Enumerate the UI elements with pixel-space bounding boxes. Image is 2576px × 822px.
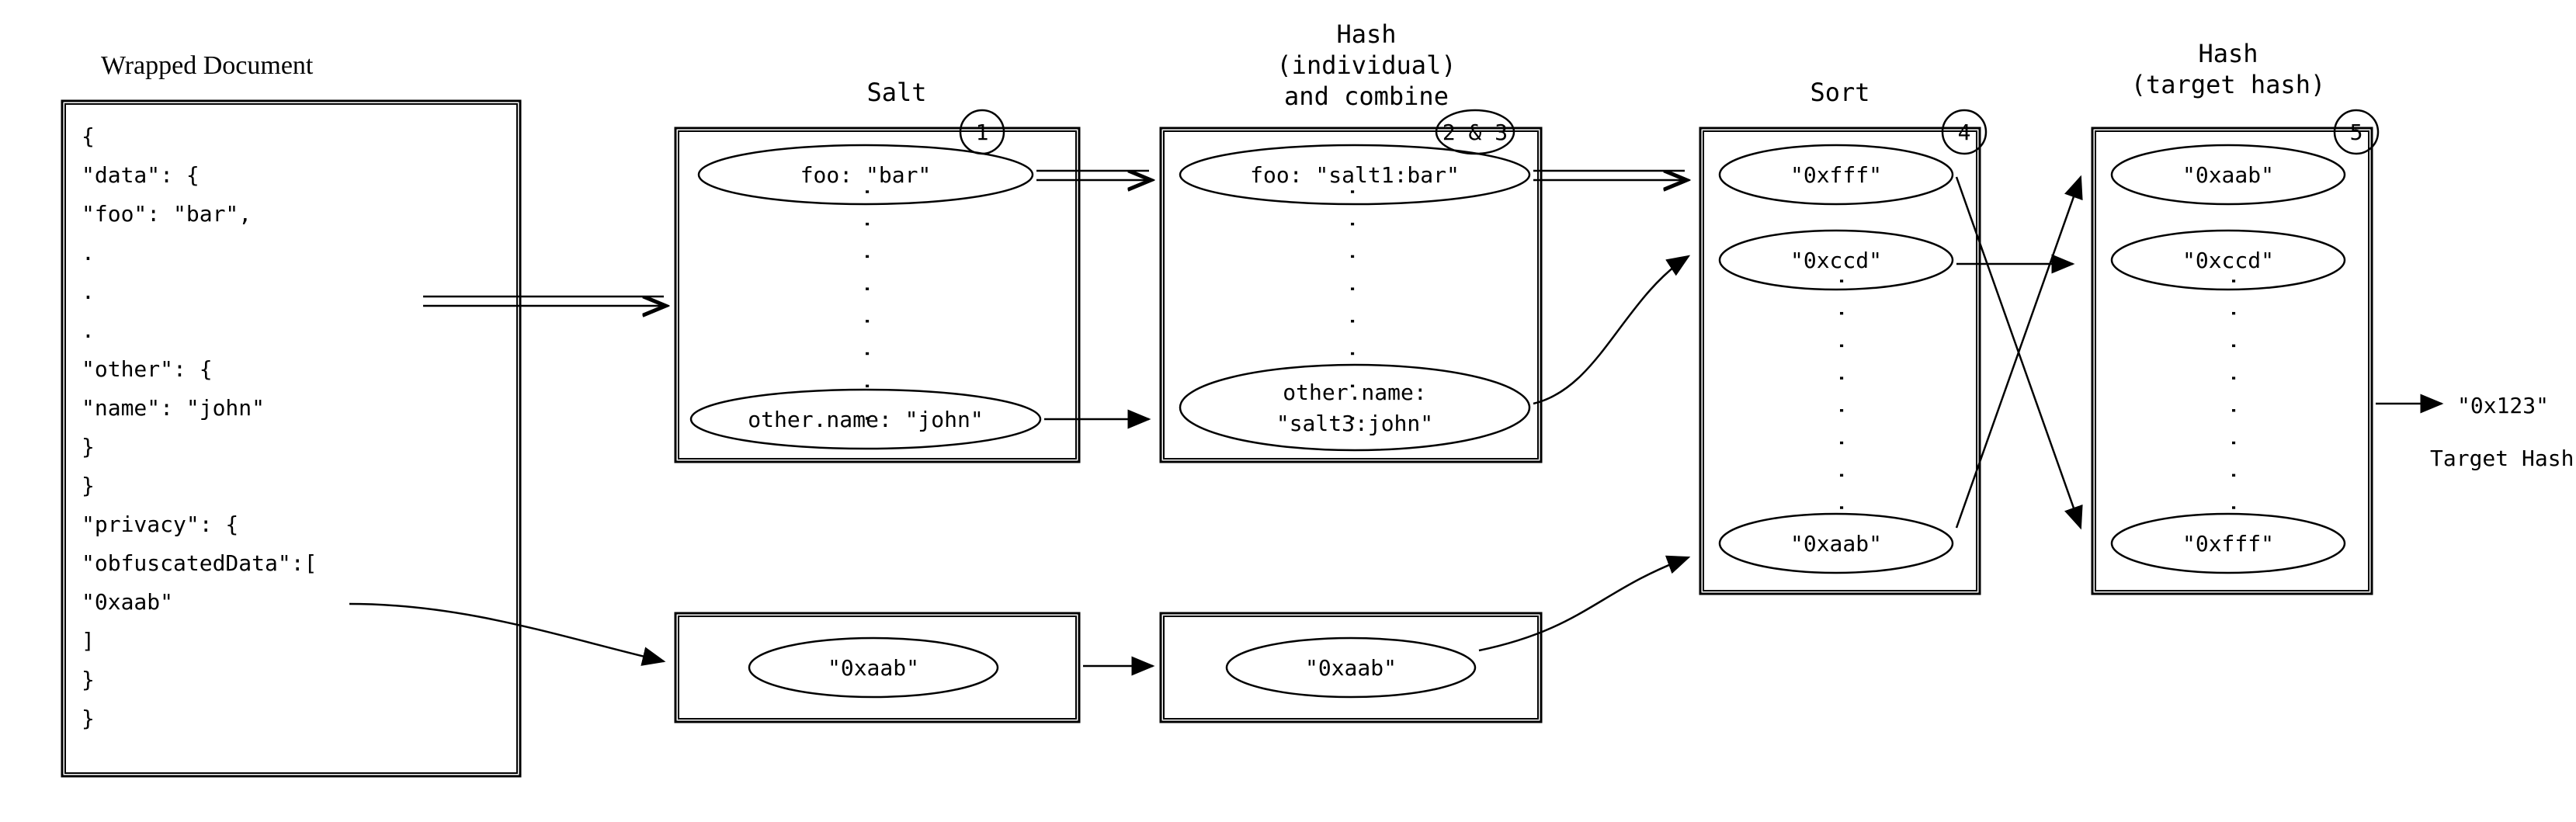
svg-text:5: 5 [2350, 120, 2363, 145]
arrow-doc-data [423, 297, 664, 306]
svg-text:. . . . . . . .: . . . . . . . . [860, 186, 886, 428]
svg-text:}: } [82, 473, 95, 498]
title-wrapped-document: Wrapped Document [101, 51, 314, 80]
svg-text:"foo": "bar",: "foo": "bar", [82, 201, 252, 227]
svg-text:"0xaab": "0xaab" [2182, 162, 2274, 188]
svg-text:"0xaab": "0xaab" [1305, 655, 1397, 681]
result-label: Target Hash [2430, 446, 2574, 471]
arrow-hash-obfs [1479, 557, 1689, 650]
svg-text:foo: "salt1:bar": foo: "salt1:bar" [1250, 162, 1460, 188]
svg-text:other.name:: other.name: [1283, 380, 1426, 405]
arrow-salt-foo [1036, 171, 1149, 180]
svg-text:.: . [82, 240, 95, 265]
title-salt: Salt [866, 78, 926, 107]
arrow-doc-privacy [349, 604, 664, 661]
svg-text:"name": "john": "name": "john" [82, 395, 265, 421]
svg-text:}: } [82, 706, 95, 731]
svg-text:"0xaab": "0xaab" [1790, 531, 1882, 557]
svg-text:(individual): (individual) [1276, 50, 1456, 80]
svg-text:"other": {: "other": { [82, 356, 213, 382]
svg-text:.: . [82, 317, 95, 343]
svg-text:}: } [82, 434, 95, 460]
svg-text:other.name: "john": other.name: "john" [748, 407, 983, 432]
svg-text:.: . [82, 279, 95, 304]
svg-text:"data": {: "data": { [82, 162, 200, 188]
svg-text:1: 1 [976, 120, 989, 145]
svg-text:"0xaab": "0xaab" [82, 589, 173, 615]
svg-text:"0xaab": "0xaab" [828, 655, 919, 681]
diagram: Wrapped Document { "data": { "foo": "bar… [0, 0, 2576, 822]
svg-text:4: 4 [1958, 120, 1971, 145]
svg-text:"obfuscatedData":[: "obfuscatedData":[ [82, 550, 317, 576]
arrow-hash-other [1533, 256, 1689, 404]
svg-text:}: } [82, 667, 95, 692]
title-target-hash: Hash [2198, 39, 2258, 68]
svg-text:"0xccd": "0xccd" [1790, 248, 1882, 273]
title-hash-combine: Hash [1336, 19, 1396, 49]
title-sort: Sort [1810, 78, 1870, 107]
svg-text:2 & 3: 2 & 3 [1442, 120, 1508, 145]
doc-code: { "data": { "foo": "bar", . . . "other":… [82, 123, 317, 731]
svg-text:foo: "bar": foo: "bar" [800, 162, 932, 188]
svg-text:"0xfff": "0xfff" [2182, 531, 2274, 557]
result-value: "0x123" [2457, 393, 2549, 418]
svg-text:"privacy": {: "privacy": { [82, 512, 238, 537]
svg-text:"0xfff": "0xfff" [1790, 162, 1882, 188]
svg-text:"0xccd": "0xccd" [2182, 248, 2274, 273]
svg-text:and combine: and combine [1284, 82, 1449, 111]
arrow-hash-foo [1533, 171, 1685, 180]
svg-text:]: ] [82, 628, 95, 654]
svg-text:. . . . . . . .: . . . . . . . . [2227, 275, 2252, 518]
svg-text:(target hash): (target hash) [2131, 70, 2325, 99]
svg-text:"salt3:john": "salt3:john" [1276, 411, 1433, 436]
svg-text:{: { [82, 123, 95, 149]
svg-text:. . . . . . . .: . . . . . . . . [1835, 275, 1860, 518]
